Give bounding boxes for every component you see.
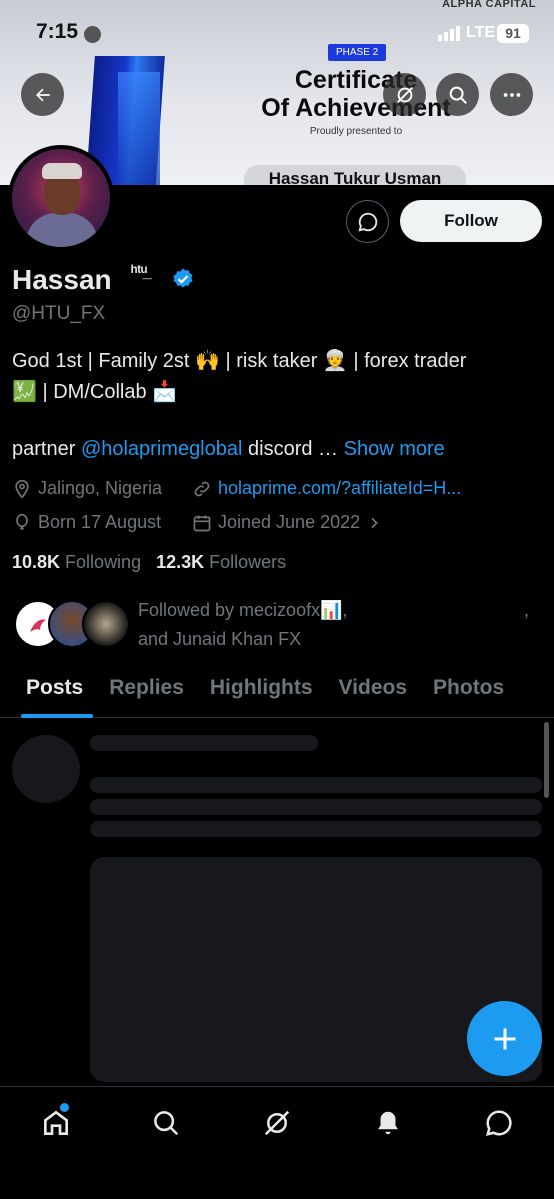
scrollbar[interactable] (544, 722, 549, 798)
followed-by-text[interactable]: Followed by mecizoofx📊, and Junaid Khan … (138, 596, 348, 654)
followed-by-avatars[interactable] (14, 600, 130, 650)
profile-name-suffix: ʰᵗᵘ̲ (131, 262, 148, 281)
focus-icon (84, 26, 101, 43)
follower-avatar (82, 600, 130, 648)
message-icon (485, 1110, 512, 1137)
grok-button[interactable] (383, 73, 426, 116)
search-icon (154, 1111, 179, 1136)
profile-website[interactable]: holaprime.com/?affiliateId=H... (192, 478, 461, 499)
grok-icon (264, 1110, 290, 1136)
skeleton-line (90, 821, 542, 837)
link-icon (194, 481, 210, 496)
more-button[interactable] (490, 73, 533, 116)
following-link[interactable]: 10.8K Following (12, 552, 141, 572)
arrow-left-icon (35, 88, 50, 101)
home-icon (44, 1110, 68, 1135)
network-type: LTE (466, 24, 496, 41)
message-button[interactable] (346, 200, 389, 243)
profile-birthday: Born 17 August (12, 512, 161, 533)
plus-icon (494, 1028, 515, 1049)
battery-icon: 91 (497, 24, 529, 43)
profile-stats: 10.8K Following 12.3K Followers (12, 552, 286, 573)
status-time: 7:15 (36, 20, 79, 43)
profile-name: Hassan (12, 264, 112, 295)
profile-joined[interactable]: Joined June 2022 (192, 512, 382, 533)
tab-highlights[interactable]: Highlights (197, 668, 326, 718)
status-bar: 7:15 LTE 91 (0, 0, 554, 60)
skeleton-line (90, 799, 542, 815)
nav-explore[interactable] (148, 1105, 184, 1141)
banner-certificate-subtitle: Proudly presented to (309, 126, 403, 137)
grok-icon (396, 86, 413, 103)
search-button[interactable] (436, 73, 479, 116)
skeleton-avatar (12, 735, 80, 803)
banner-building-graphic-2 (118, 72, 160, 185)
back-button[interactable] (21, 73, 64, 116)
follow-button[interactable]: Follow (400, 200, 542, 242)
followers-link[interactable]: 12.3K Followers (156, 552, 286, 572)
banner-recipient-name: Hassan Tukur Usman (244, 165, 466, 185)
verified-badge-icon[interactable] (171, 267, 195, 291)
notification-dot (60, 1103, 69, 1112)
location-icon (15, 479, 29, 499)
show-more-link[interactable]: Show more (344, 438, 445, 460)
tab-replies[interactable]: Replies (96, 668, 197, 718)
calendar-icon (193, 515, 211, 531)
profile-bio: God 1st | Family 2st 🙌 | risk taker 👳 | … (12, 350, 467, 403)
chevron-right-icon (371, 517, 378, 528)
balloon-icon (16, 513, 28, 530)
nav-notifications[interactable] (370, 1105, 406, 1141)
avatar[interactable] (8, 145, 114, 251)
search-icon (449, 86, 467, 104)
message-icon (357, 212, 377, 232)
skeleton-line (90, 735, 318, 751)
tab-photos[interactable]: Photos (420, 668, 517, 718)
nav-messages[interactable] (481, 1105, 517, 1141)
compose-button[interactable] (467, 1001, 542, 1076)
nav-grok[interactable] (259, 1105, 295, 1141)
bell-icon (378, 1111, 398, 1135)
more-icon (503, 92, 520, 97)
profile-handle: @HTU_FX (12, 303, 106, 324)
tab-posts[interactable]: Posts (0, 668, 96, 718)
profile-location: Jalingo, Nigeria (12, 478, 162, 499)
tab-videos[interactable]: Videos (326, 668, 420, 718)
signal-icon (438, 26, 460, 41)
nav-home[interactable] (38, 1103, 74, 1141)
bottom-nav (0, 1086, 554, 1199)
profile-tabs: Posts Replies Highlights Videos Photos (0, 668, 554, 718)
mention-link[interactable]: @holaprimeglobal (81, 438, 243, 460)
followed-by-comma: , (524, 600, 530, 620)
skeleton-line (90, 777, 542, 793)
profile-bio-partner: partner @holaprimeglobal discord … Show … (12, 438, 445, 460)
